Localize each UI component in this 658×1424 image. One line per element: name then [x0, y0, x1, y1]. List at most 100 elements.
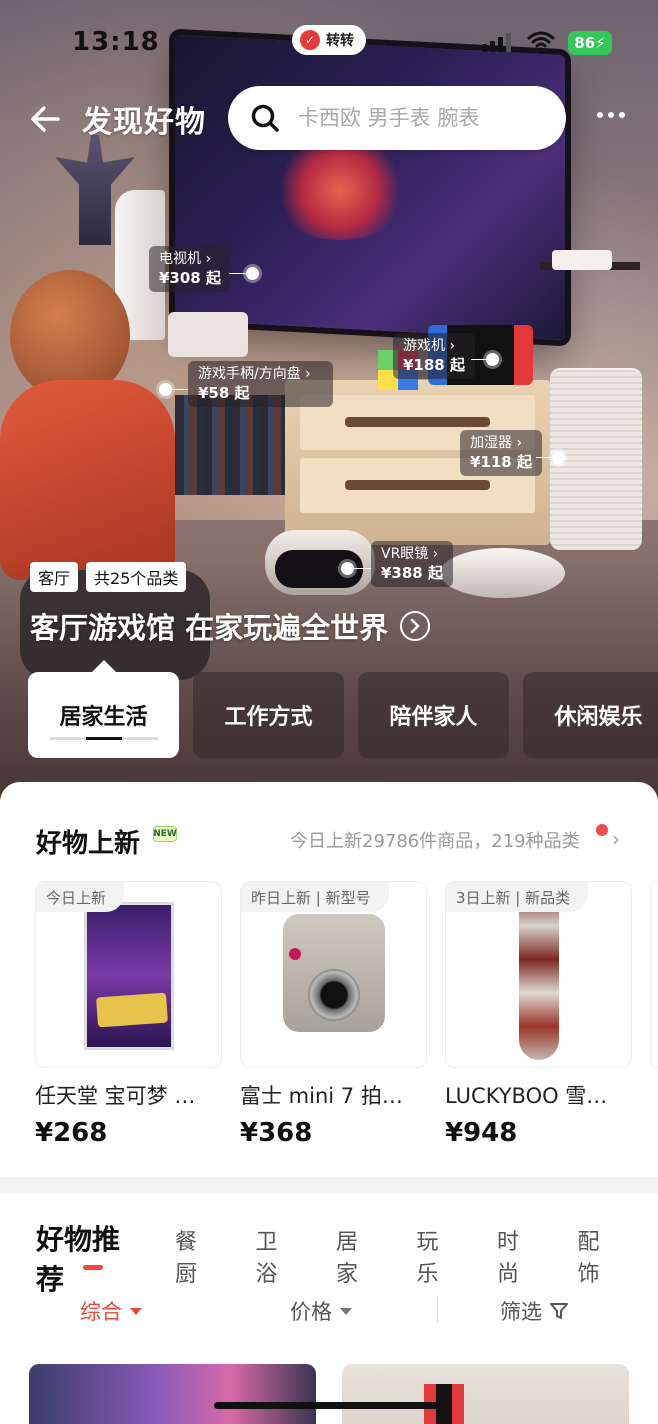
- scene-title-link[interactable]: 客厅游戏馆 在家玩遍全世界: [30, 605, 431, 647]
- section-divider: [0, 1177, 658, 1193]
- circle-arrow-right-icon: [400, 611, 431, 641]
- tab-recommend[interactable]: 好物推荐: [36, 1218, 139, 1298]
- category-tab-leisure[interactable]: 休闲娱乐: [523, 672, 658, 758]
- product-price: ¥948: [445, 1118, 518, 1148]
- chevron-right-icon[interactable]: ›: [612, 827, 620, 851]
- category-tab-home-life[interactable]: 居家生活: [28, 672, 179, 758]
- product-image: 昨日上新 | 新型号: [240, 881, 427, 1068]
- hotspot-controller-name: 游戏手柄/方向盘 ›: [198, 366, 311, 382]
- hotspot-connector: [170, 389, 188, 390]
- new-arrivals-summary-link[interactable]: 今日上新29786件商品，219种品类: [290, 827, 580, 853]
- product-card[interactable]: 3日上新 | 新品类 LUCKYBOO 雪… ¥948: [445, 881, 632, 1148]
- search-bar[interactable]: [228, 86, 566, 150]
- sort-comprehensive-label: 综合: [80, 1300, 122, 1324]
- product-tag: 今日上新: [36, 882, 125, 912]
- category-tab-family[interactable]: 陪伴家人: [358, 672, 509, 758]
- battery-level: 86: [574, 34, 596, 52]
- search-input[interactable]: [298, 106, 548, 130]
- snowboard-image: [519, 892, 559, 1060]
- new-badge: NEW: [153, 826, 177, 842]
- product-name: LUCKYBOO 雪…: [445, 1084, 608, 1108]
- product-card[interactable]: 昨日上新 | 新型号 富士 mini 7 拍… ¥368: [240, 881, 427, 1148]
- hotspot-humidifier-dot[interactable]: [552, 451, 565, 464]
- tab-fashion[interactable]: 时尚: [497, 1224, 537, 1288]
- new-arrivals-title: 好物上新: [36, 829, 141, 859]
- hotspot-humidifier-price: ¥118 起: [470, 453, 532, 471]
- scene-count-tag: 共25个品类: [86, 562, 187, 592]
- tab-play[interactable]: 玩乐: [417, 1224, 457, 1288]
- scene-room-tag: 客厅: [30, 562, 79, 592]
- hotspot-connector: [352, 568, 372, 569]
- tab-accessories[interactable]: 配饰: [577, 1224, 617, 1288]
- product-tag: 3日上新 | 新品类: [446, 882, 589, 912]
- caret-down-icon: [130, 1307, 142, 1315]
- product-price: ¥268: [35, 1118, 108, 1148]
- product-price: ¥368: [240, 1118, 313, 1148]
- recommend-tab-indicator: [83, 1265, 103, 1270]
- search-icon: [251, 104, 279, 132]
- notification-dot: [596, 824, 608, 836]
- app-return-pill[interactable]: ✓ 转转: [292, 25, 366, 55]
- sort-divider: [437, 1296, 438, 1322]
- category-tab-label: 陪伴家人: [389, 705, 478, 730]
- wifi-icon: [527, 31, 555, 52]
- scene-category-tabs: 居家生活 工作方式 陪伴家人 休闲娱乐: [28, 672, 658, 758]
- hotspot-tv-price: ¥308 起: [159, 269, 221, 287]
- category-tab-label: 休闲娱乐: [554, 705, 643, 730]
- status-time: 13:18: [72, 27, 160, 57]
- hotspot-console-dot[interactable]: [486, 353, 499, 366]
- zhuanzhuan-logo-icon: ✓: [300, 30, 320, 50]
- product-tag: 昨日上新 | 新型号: [241, 882, 389, 912]
- recommend-tabs: 好物推荐 餐厨 卫浴 居家 玩乐 时尚 配饰: [36, 1218, 658, 1298]
- caret-down-icon: [340, 1307, 352, 1315]
- back-arrow-icon[interactable]: [28, 101, 64, 137]
- hotspot-controller[interactable]: 游戏手柄/方向盘 › ¥58 起: [188, 361, 333, 407]
- tab-home[interactable]: 居家: [336, 1224, 376, 1288]
- sort-bar: 综合 价格 筛选: [0, 1294, 658, 1330]
- recommend-feed: [29, 1364, 629, 1424]
- hotspot-humidifier[interactable]: 加湿器 › ¥118 起: [460, 430, 542, 476]
- hotspot-vr-price: ¥388 起: [381, 564, 443, 582]
- page-title: 发现好物: [82, 105, 206, 140]
- filter-icon: [550, 1303, 568, 1319]
- app-pill-label: 转转: [326, 33, 354, 49]
- tab-bathroom[interactable]: 卫浴: [256, 1224, 296, 1288]
- router-illustration: [552, 250, 612, 270]
- hotspot-tv[interactable]: 电视机 › ¥308 起: [149, 246, 231, 292]
- hotspot-vr[interactable]: VR眼镜 › ¥388 起: [371, 541, 453, 587]
- category-tab-label: 工作方式: [224, 705, 313, 730]
- sort-price[interactable]: 价格: [290, 1296, 352, 1326]
- hotspot-tv-dot[interactable]: [246, 267, 259, 280]
- product-name: 任天堂 宝可梦 …: [35, 1084, 196, 1108]
- game-cartridge-box-image: [84, 902, 174, 1050]
- tab-kitchen[interactable]: 餐厨: [175, 1224, 215, 1288]
- more-menu-icon[interactable]: [597, 112, 625, 118]
- sort-comprehensive[interactable]: 综合: [80, 1296, 142, 1326]
- scene-tags: 客厅 共25个品类: [30, 562, 187, 592]
- category-tab-work-style[interactable]: 工作方式: [193, 672, 344, 758]
- hotspot-console-price: ¥188 起: [403, 356, 465, 374]
- hotspot-console-name: 游戏机 ›: [403, 338, 456, 354]
- product-card[interactable]: 今日上新 任天堂 宝可梦 … ¥268: [35, 881, 222, 1148]
- hotspot-vr-name: VR眼镜 ›: [381, 546, 439, 562]
- tab-indicator: [50, 737, 158, 740]
- product-card-peek[interactable]: [651, 881, 658, 1068]
- tv-screen-art: [270, 140, 410, 240]
- cellular-signal-icon: [482, 32, 511, 52]
- battery-indicator: 86 ⚡: [568, 31, 612, 55]
- charging-icon: ⚡: [595, 34, 606, 52]
- hotspot-humidifier-name: 加湿器 ›: [470, 435, 523, 451]
- feed-card[interactable]: [29, 1364, 316, 1424]
- hotspot-console[interactable]: 游戏机 › ¥188 起: [393, 333, 475, 379]
- hotspot-tv-name: 电视机 ›: [159, 251, 212, 267]
- product-image: 3日上新 | 新品类: [445, 881, 632, 1068]
- home-indicator: [214, 1402, 444, 1409]
- active-tab-pointer: [92, 660, 116, 672]
- category-tab-label: 居家生活: [59, 705, 148, 730]
- feed-card[interactable]: [342, 1364, 629, 1424]
- instant-camera-image: [283, 914, 385, 1032]
- filter-button[interactable]: 筛选: [500, 1296, 568, 1326]
- filter-label: 筛选: [500, 1300, 542, 1324]
- product-image: 今日上新: [35, 881, 222, 1068]
- scene-title: 客厅游戏馆 在家玩遍全世界: [30, 611, 389, 645]
